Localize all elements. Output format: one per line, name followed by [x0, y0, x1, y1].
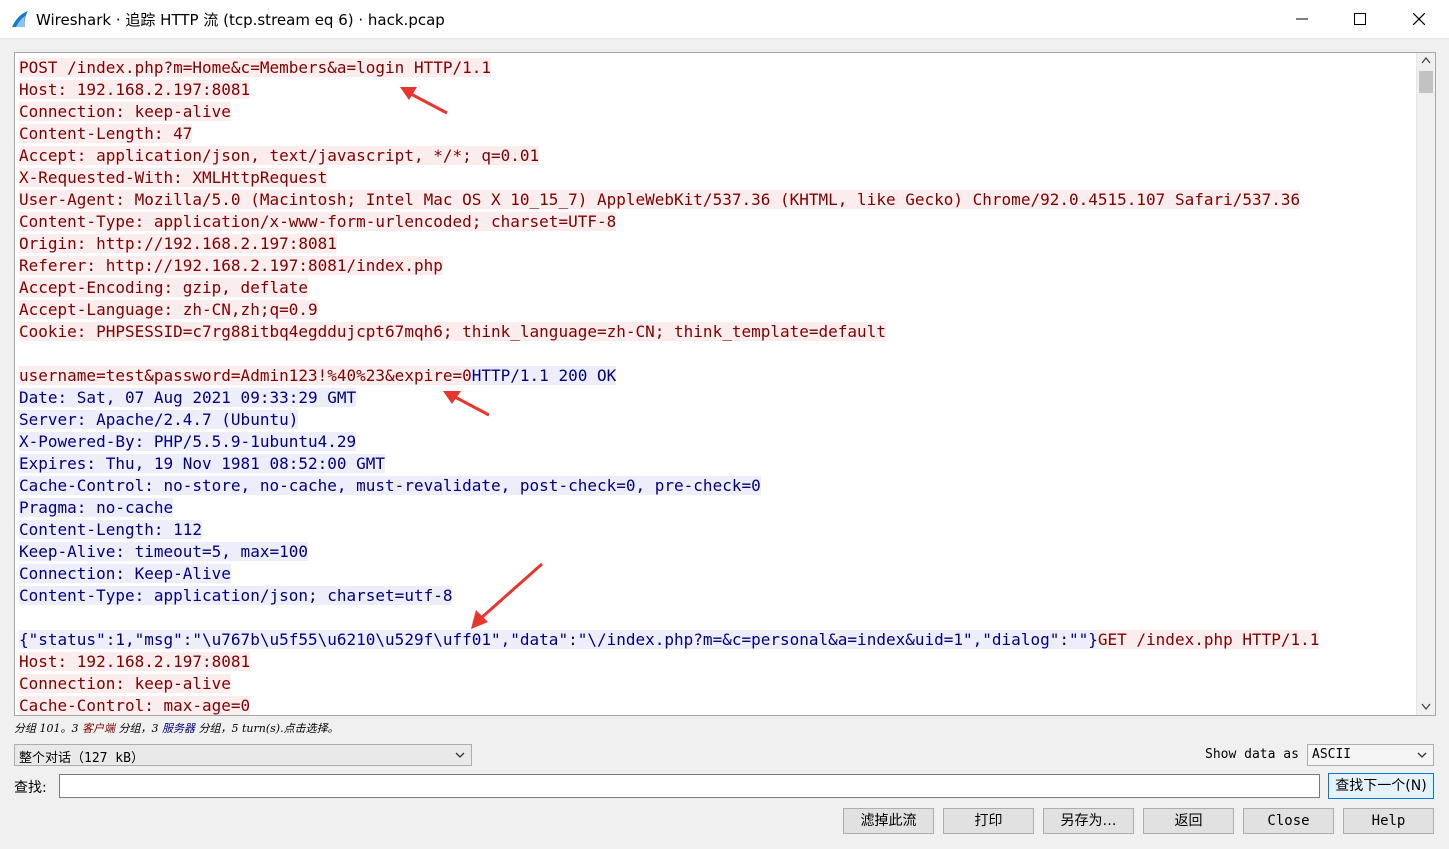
- filter-out-stream-button[interactable]: 滤掉此流: [843, 808, 934, 834]
- summary-prefix: 分组 101。3: [14, 722, 82, 735]
- stream-line[interactable]: Cache-Control: max-age=0: [19, 695, 1411, 715]
- stream-line[interactable]: Content-Length: 47: [19, 123, 1411, 145]
- print-button[interactable]: 打印: [943, 808, 1034, 834]
- stream-line[interactable]: Content-Length: 112: [19, 519, 1411, 541]
- server-text[interactable]: Pragma: no-cache: [19, 498, 174, 517]
- server-text[interactable]: Date: Sat, 07 Aug 2021 09:33:29 GMT: [19, 388, 357, 407]
- close-window-button[interactable]: [1390, 0, 1448, 38]
- find-input[interactable]: [59, 774, 1320, 798]
- client-text[interactable]: Accept-Encoding: gzip, deflate: [19, 278, 308, 297]
- show-data-select[interactable]: ASCII: [1307, 744, 1434, 766]
- maximize-icon: [1354, 13, 1366, 25]
- client-text[interactable]: Connection: keep-alive: [19, 674, 231, 693]
- summary-middle: 分组，3: [115, 722, 162, 735]
- stream-line[interactable]: Pragma: no-cache: [19, 497, 1411, 519]
- chevron-up-icon[interactable]: [1421, 56, 1431, 64]
- client-text[interactable]: Accept: application/json, text/javascrip…: [19, 146, 540, 165]
- stream-line[interactable]: {"status":1,"msg":"\u767b\u5f55\u6210\u5…: [19, 629, 1411, 651]
- server-text[interactable]: Server: Apache/2.4.7 (Ubuntu): [19, 410, 299, 429]
- server-text[interactable]: Content-Type: application/json; charset=…: [19, 586, 453, 605]
- window-title: Wireshark · 追踪 HTTP 流 (tcp.stream eq 6) …: [36, 11, 445, 29]
- close-button[interactable]: Close: [1243, 808, 1334, 834]
- back-button[interactable]: 返回: [1143, 808, 1234, 834]
- stream-line[interactable]: Connection: keep-alive: [19, 101, 1411, 123]
- client-text[interactable]: Connection: keep-alive: [19, 102, 231, 121]
- stream-line[interactable]: X-Powered-By: PHP/5.5.9-1ubuntu4.29: [19, 431, 1411, 453]
- stream-line[interactable]: Date: Sat, 07 Aug 2021 09:33:29 GMT: [19, 387, 1411, 409]
- client-text[interactable]: Content-Length: 47: [19, 124, 193, 143]
- client-text[interactable]: User-Agent: Mozilla/5.0 (Macintosh; Inte…: [19, 190, 1301, 209]
- chevron-down-icon: [1417, 752, 1427, 758]
- stream-summary: 分组 101。3 客户端 分组，3 服务器 分组，5 turn(s).点击选择。: [14, 720, 339, 736]
- client-text[interactable]: GET /index.php HTTP/1.1: [1097, 630, 1320, 649]
- title-bar: Wireshark · 追踪 HTTP 流 (tcp.stream eq 6) …: [0, 0, 1449, 39]
- client-text[interactable]: POST /index.php?m=Home&c=Members&a=login…: [19, 58, 492, 77]
- client-text[interactable]: Referer: http://192.168.2.197:8081/index…: [19, 256, 443, 275]
- summary-suffix: 分组，5 turn(s).点击选择。: [195, 722, 339, 735]
- stream-line[interactable]: Content-Type: application/x-www-form-url…: [19, 211, 1411, 233]
- stream-text-pane[interactable]: POST /index.php?m=Home&c=Members&a=login…: [14, 52, 1436, 716]
- client-text[interactable]: Origin: http://192.168.2.197:8081: [19, 234, 337, 253]
- server-text[interactable]: Expires: Thu, 19 Nov 1981 08:52:00 GMT: [19, 454, 386, 473]
- chevron-down-icon: [455, 752, 465, 758]
- stream-line[interactable]: Accept: application/json, text/javascrip…: [19, 145, 1411, 167]
- minimize-icon: [1296, 18, 1308, 20]
- server-text[interactable]: Keep-Alive: timeout=5, max=100: [19, 542, 308, 561]
- help-button[interactable]: Help: [1343, 808, 1434, 834]
- stream-line[interactable]: Origin: http://192.168.2.197:8081: [19, 233, 1411, 255]
- stream-line[interactable]: Cache-Control: no-store, no-cache, must-…: [19, 475, 1411, 497]
- stream-line[interactable]: X-Requested-With: XMLHttpRequest: [19, 167, 1411, 189]
- wireshark-fin-icon: [12, 11, 28, 27]
- maximize-button[interactable]: [1331, 0, 1389, 38]
- show-data-select-value: ASCII: [1312, 747, 1352, 762]
- stream-line[interactable]: Host: 192.168.2.197:8081: [19, 651, 1411, 673]
- conversation-select-value: 整个对话（127 kB）: [19, 751, 144, 766]
- summary-server-word: 服务器: [162, 722, 195, 735]
- stream-line[interactable]: Connection: Keep-Alive: [19, 563, 1411, 585]
- stream-content[interactable]: POST /index.php?m=Home&c=Members&a=login…: [19, 57, 1411, 715]
- client-text[interactable]: username=test&password=Admin123!%40%23&e…: [19, 366, 472, 385]
- server-text[interactable]: HTTP/1.1 200 OK: [471, 366, 617, 385]
- client-text[interactable]: Cache-Control: max-age=0: [19, 696, 251, 715]
- scrollbar-thumb[interactable]: [1419, 71, 1433, 93]
- client-text[interactable]: Content-Type: application/x-www-form-url…: [19, 212, 617, 231]
- client-text[interactable]: X-Requested-With: XMLHttpRequest: [19, 168, 328, 187]
- stream-line[interactable]: Server: Apache/2.4.7 (Ubuntu): [19, 409, 1411, 431]
- server-text[interactable]: Content-Length: 112: [19, 520, 203, 539]
- show-data-label: Show data as: [1205, 747, 1299, 762]
- stream-line[interactable]: Keep-Alive: timeout=5, max=100: [19, 541, 1411, 563]
- conversation-select[interactable]: 整个对话（127 kB）: [14, 744, 472, 766]
- find-label: 查找:: [14, 780, 47, 796]
- server-text[interactable]: X-Powered-By: PHP/5.5.9-1ubuntu4.29: [19, 432, 357, 451]
- server-text[interactable]: {"status":1,"msg":"\u767b\u5f55\u6210\u5…: [19, 630, 1098, 649]
- stream-line[interactable]: Cookie: PHPSESSID=c7rg88itbq4egddujcpt67…: [19, 321, 1411, 343]
- client-text[interactable]: Accept-Language: zh-CN,zh;q=0.9: [19, 300, 318, 319]
- client-text[interactable]: Host: 192.168.2.197:8081: [19, 80, 251, 99]
- stream-line[interactable]: [19, 607, 1411, 629]
- save-as-button[interactable]: 另存为…: [1043, 808, 1134, 834]
- stream-line[interactable]: Content-Type: application/json; charset=…: [19, 585, 1411, 607]
- summary-client-word: 客户端: [82, 722, 115, 735]
- server-text[interactable]: Cache-Control: no-store, no-cache, must-…: [19, 476, 761, 495]
- client-text[interactable]: Cookie: PHPSESSID=c7rg88itbq4egddujcpt67…: [19, 322, 886, 341]
- vertical-scrollbar[interactable]: [1416, 53, 1435, 715]
- stream-line[interactable]: Accept-Language: zh-CN,zh;q=0.9: [19, 299, 1411, 321]
- stream-line[interactable]: User-Agent: Mozilla/5.0 (Macintosh; Inte…: [19, 189, 1411, 211]
- client-text[interactable]: Host: 192.168.2.197:8081: [19, 652, 251, 671]
- chevron-down-icon[interactable]: [1421, 703, 1431, 711]
- stream-line[interactable]: POST /index.php?m=Home&c=Members&a=login…: [19, 57, 1411, 79]
- server-text[interactable]: Connection: Keep-Alive: [19, 564, 231, 583]
- stream-line[interactable]: [19, 343, 1411, 365]
- stream-line[interactable]: Connection: keep-alive: [19, 673, 1411, 695]
- stream-line[interactable]: Referer: http://192.168.2.197:8081/index…: [19, 255, 1411, 277]
- stream-line[interactable]: Expires: Thu, 19 Nov 1981 08:52:00 GMT: [19, 453, 1411, 475]
- minimize-button[interactable]: [1273, 0, 1331, 38]
- stream-line[interactable]: Accept-Encoding: gzip, deflate: [19, 277, 1411, 299]
- close-icon: [1413, 13, 1425, 25]
- stream-line[interactable]: Host: 192.168.2.197:8081: [19, 79, 1411, 101]
- find-next-button[interactable]: 查找下一个(N): [1328, 773, 1434, 799]
- stream-line[interactable]: username=test&password=Admin123!%40%23&e…: [19, 365, 1411, 387]
